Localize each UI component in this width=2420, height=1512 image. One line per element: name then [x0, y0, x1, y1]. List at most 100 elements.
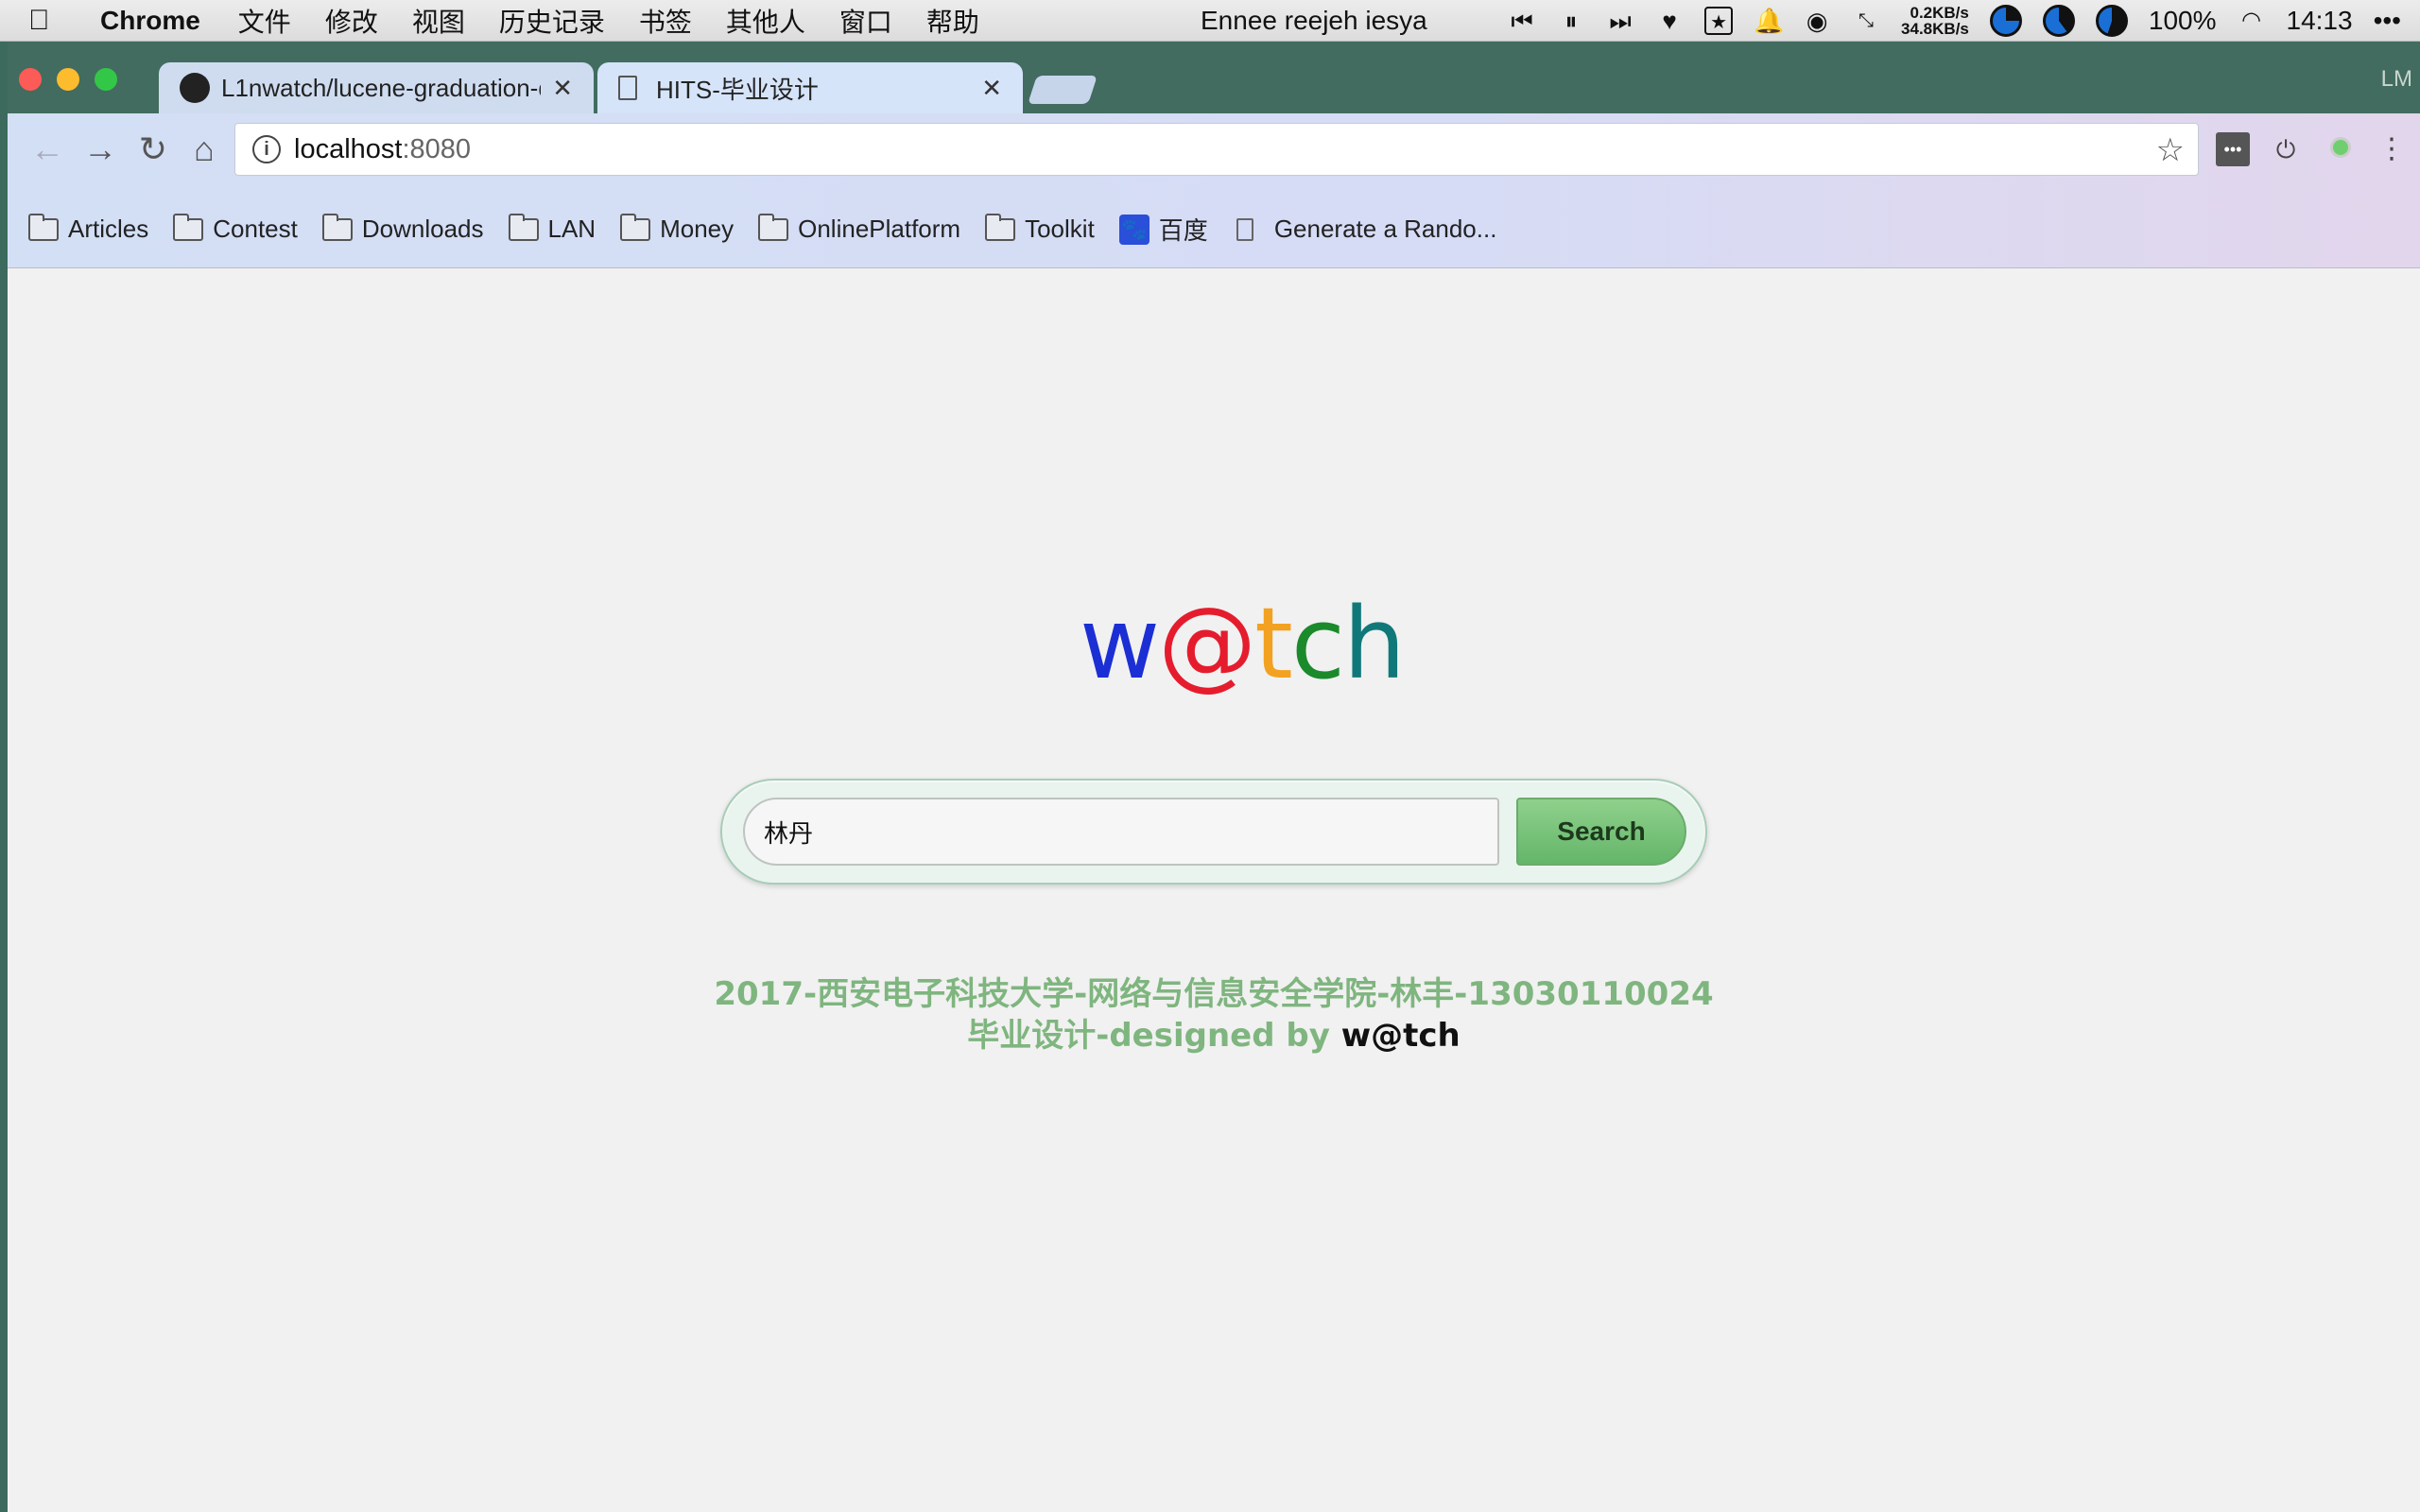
bookmark-star-icon[interactable]: ☆ — [2156, 131, 2185, 169]
wifi-icon[interactable]: ◠ — [2238, 7, 2266, 35]
tab-strip: L1nwatch/lucene-graduation-design ✕ HITS… — [8, 42, 2420, 113]
info-icon[interactable]: i — [252, 135, 281, 163]
folder-icon — [620, 213, 651, 241]
record-icon[interactable]: ◉ — [1803, 7, 1831, 35]
bookmark-label: Downloads — [361, 215, 484, 243]
footer-line-2: 毕业设计-designed by w@tch — [8, 1015, 2420, 1057]
bookmark-app-icon[interactable]: ★ — [1704, 7, 1734, 35]
browser-toolbar: ← → ↻ ⌂ i localhost:8080 ☆ ••• ⏻ ⋮ — [8, 113, 2420, 191]
search-input[interactable] — [743, 798, 1499, 866]
net-down-text: 34.8KB/s — [1901, 20, 1969, 38]
forward-icon[interactable]: → — [79, 129, 121, 170]
bookmark-label: Contest — [213, 215, 298, 243]
bookmark-label: LAN — [547, 215, 596, 243]
tab-title: HITS-毕业设计 — [656, 75, 819, 104]
macos-menu-bar:  Chrome 文件 修改 视图 历史记录 书签 其他人 窗口 帮助 Enne… — [0, 0, 2420, 42]
resize-arrows-icon[interactable]: ⤡ — [1852, 7, 1880, 35]
disk-pie-icon[interactable] — [2095, 5, 2128, 37]
net-up-text: 0.2KB/s — [1910, 4, 1969, 22]
watch-logo: w@tch — [1080, 586, 1406, 701]
memory-pie-icon[interactable] — [2042, 5, 2075, 37]
chrome-window: L1nwatch/lucene-graduation-design ✕ HITS… — [8, 42, 2420, 1512]
menu-people[interactable]: 其他人 — [726, 2, 805, 40]
bookmark-articles[interactable]: Articles — [28, 213, 149, 244]
back-icon[interactable]: ← — [26, 129, 68, 170]
chrome-menu-icon[interactable]: ⋮ — [2375, 132, 2409, 166]
menu-view[interactable]: 视图 — [412, 2, 465, 40]
logo-letter: @ — [1158, 586, 1256, 701]
previous-track-icon[interactable]: ⏮ — [1508, 7, 1536, 35]
logo-letter: h — [1343, 586, 1406, 701]
battery-percent[interactable]: 100% — [2149, 6, 2217, 36]
close-tab-icon[interactable]: ✕ — [981, 74, 1002, 103]
folder-icon — [758, 213, 789, 241]
menu-help[interactable]: 帮助 — [926, 2, 979, 40]
tab-title: L1nwatch/lucene-graduation-design — [221, 73, 541, 102]
footer-credits: 2017-西安电子科技大学-网络与信息安全学院-林丰-13030110024 毕… — [8, 973, 2420, 1057]
menu-bookmarks[interactable]: 书签 — [639, 2, 692, 40]
extension-dots-icon[interactable]: ••• — [2216, 132, 2250, 166]
clock[interactable]: 14:13 — [2287, 6, 2353, 36]
menu-edit[interactable]: 修改 — [325, 2, 378, 40]
logo-letter: c — [1290, 586, 1345, 701]
bookmark-onlineplatform[interactable]: OnlinePlatform — [758, 213, 961, 244]
baidu-paw-icon: 🐾 — [1118, 214, 1150, 245]
page-content: w@tch Search 2017-西安电子科技大学-网络与信息安全学院-林丰-… — [8, 268, 2420, 1512]
bookmark-baidu[interactable]: 🐾 百度 — [1118, 212, 1208, 247]
bookmarks-bar: Articles Contest Downloads LAN Money Onl… — [8, 191, 2420, 268]
footer-brand: w@tch — [1340, 1017, 1461, 1055]
bookmark-generate-random[interactable]: Generate a Rando... — [1233, 215, 1497, 244]
folder-icon — [173, 213, 204, 241]
status-dot-icon[interactable] — [2324, 132, 2358, 166]
bookmark-label: Money — [660, 215, 735, 243]
bookmark-toolkit[interactable]: Toolkit — [985, 213, 1095, 244]
minimize-window-button[interactable] — [57, 68, 79, 91]
heart-icon[interactable]: ♥ — [1655, 7, 1684, 35]
home-icon[interactable]: ⌂ — [183, 129, 225, 170]
folder-icon — [985, 213, 1016, 241]
url-host: localhost — [294, 133, 403, 164]
search-button[interactable]: Search — [1516, 798, 1686, 866]
search-form: Search — [720, 779, 1707, 885]
apple-icon[interactable]:  — [28, 5, 81, 37]
folder-icon — [28, 213, 59, 241]
bookmark-lan[interactable]: LAN — [508, 213, 596, 244]
logo-letter: w — [1080, 586, 1160, 701]
profile-button[interactable]: LM — [2381, 66, 2412, 93]
pause-icon[interactable]: ⏸ — [1557, 7, 1585, 35]
power-icon[interactable]: ⏻ — [2269, 132, 2303, 166]
now-playing-text[interactable]: Ennee reejeh iesya — [1201, 6, 1427, 36]
folder-icon — [321, 213, 353, 241]
logo-letter: t — [1254, 586, 1293, 701]
bookmark-downloads[interactable]: Downloads — [321, 213, 484, 244]
footer-prefix: 毕业设计-designed by — [967, 1017, 1341, 1055]
footer-line-1: 2017-西安电子科技大学-网络与信息安全学院-林丰-13030110024 — [714, 975, 1714, 1013]
menu-window[interactable]: 窗口 — [839, 2, 892, 40]
page-icon — [1236, 217, 1253, 241]
menu-file[interactable]: 文件 — [238, 2, 291, 40]
bookmark-label: OnlinePlatform — [798, 215, 961, 243]
menu-app-chrome[interactable]: Chrome — [100, 6, 200, 36]
network-speed[interactable]: 0.2KB/s 34.8KB/s — [1901, 5, 1969, 37]
qq-bell-icon[interactable]: 🔔 — [1754, 7, 1784, 35]
zoom-window-button[interactable] — [95, 68, 117, 91]
new-tab-button[interactable] — [1028, 76, 1098, 104]
page-icon — [618, 76, 637, 100]
close-window-button[interactable] — [19, 68, 42, 91]
more-icon[interactable]: ••• — [2374, 6, 2401, 36]
menu-history[interactable]: 历史记录 — [499, 2, 605, 40]
address-bar[interactable]: i localhost:8080 ☆ — [234, 123, 2199, 176]
tab-hits[interactable]: HITS-毕业设计 ✕ — [597, 62, 1023, 113]
reload-icon[interactable]: ↻ — [132, 129, 174, 170]
bookmark-money[interactable]: Money — [620, 213, 735, 244]
bookmark-label: Generate a Rando... — [1273, 215, 1497, 243]
bookmark-label: Articles — [68, 215, 149, 243]
tab-github[interactable]: L1nwatch/lucene-graduation-design ✕ — [159, 62, 594, 113]
cpu-pie-icon[interactable] — [1989, 5, 2022, 37]
folder-icon — [508, 213, 539, 241]
bookmark-contest[interactable]: Contest — [173, 213, 298, 244]
next-track-icon[interactable]: ⏭ — [1606, 7, 1634, 35]
github-icon — [180, 73, 210, 103]
close-tab-icon[interactable]: ✕ — [552, 74, 573, 103]
bookmark-label: 百度 — [1158, 216, 1208, 245]
